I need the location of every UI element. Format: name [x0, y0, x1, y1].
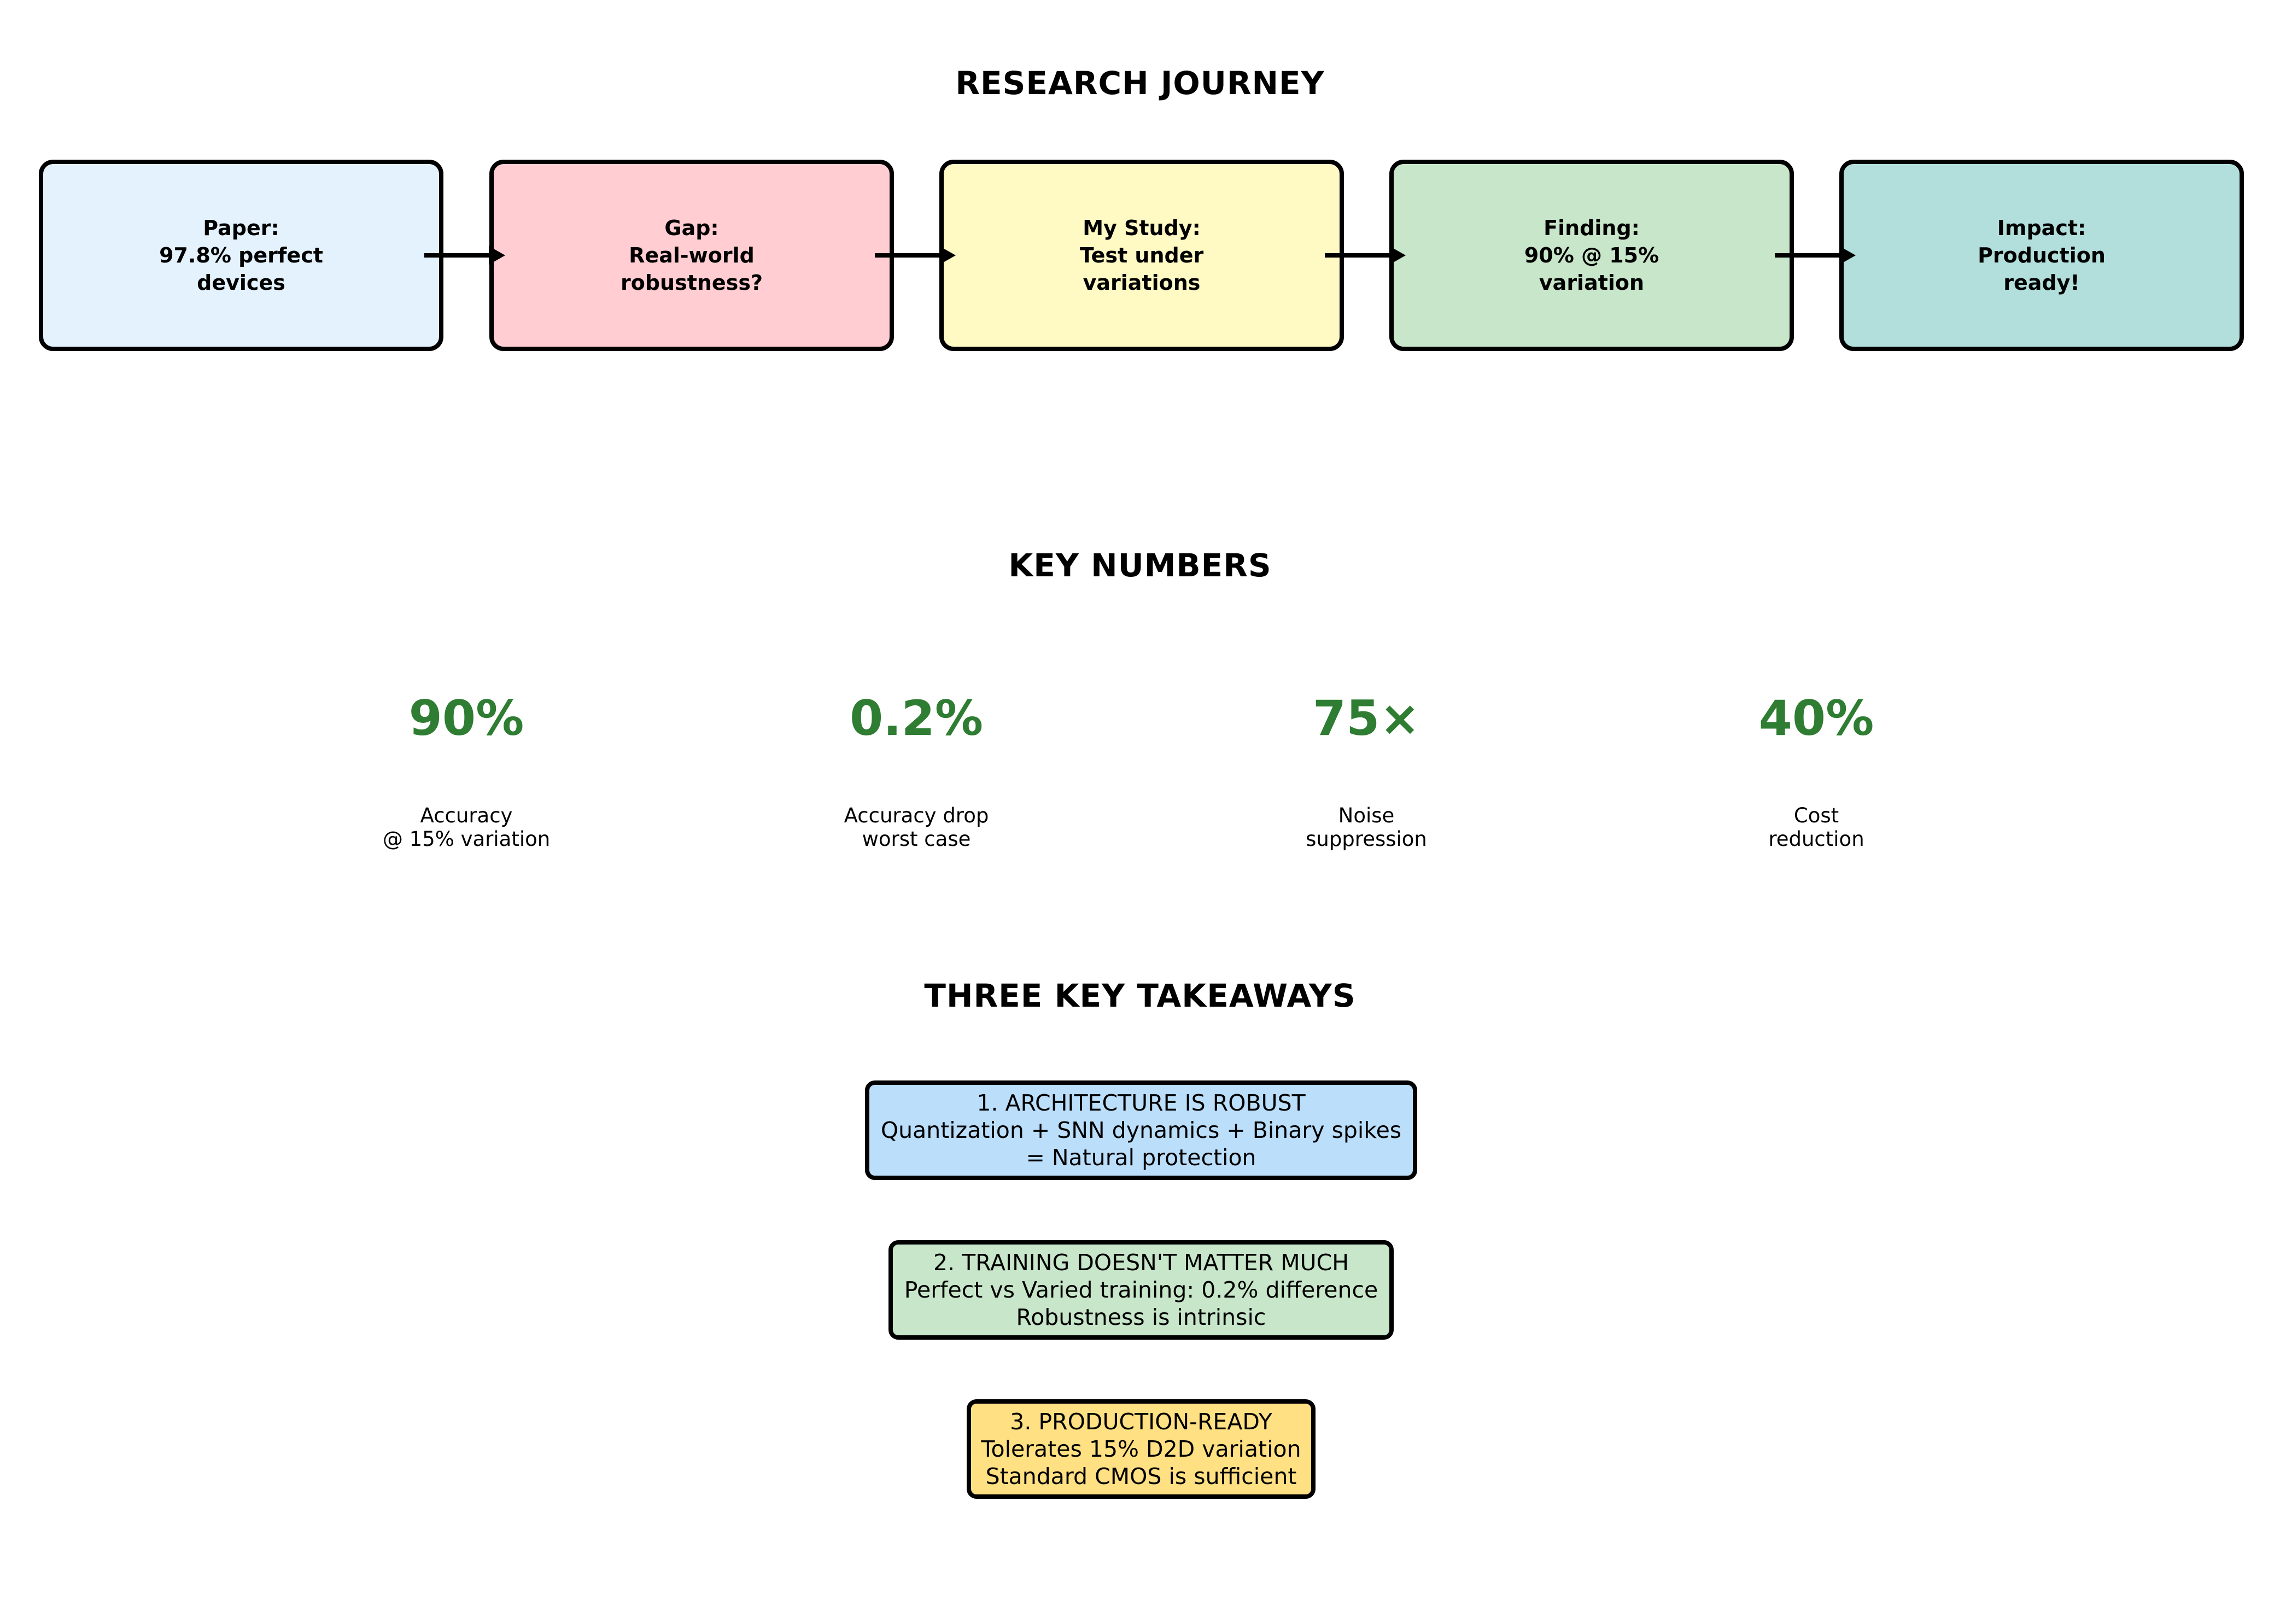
takeaways-title: THREE KEY TAKEAWAYS: [924, 977, 1356, 1014]
stage-study-label: My Study: Test under variations: [1079, 216, 1204, 295]
journey-title: RESEARCH JOURNEY: [955, 65, 1325, 102]
key-numbers-title: KEY NUMBERS: [1008, 547, 1272, 584]
takeaway-production: 3. PRODUCTION-READY Tolerates 15% D2D va…: [967, 1399, 1316, 1499]
metric-drop-label: Accuracy drop worst case: [844, 804, 989, 851]
stage-impact: Impact: Production ready!: [1839, 160, 2244, 351]
stage-paper: Paper: 97.8% perfect devices: [39, 160, 443, 351]
takeaway-training-line: Perfect vs Varied training: 0.2% differe…: [904, 1277, 1378, 1303]
metric-accuracy-label: Accuracy @ 15% variation: [382, 804, 551, 851]
takeaway-architecture: 1. ARCHITECTURE IS ROBUST Quantization +…: [865, 1080, 1417, 1180]
metric-drop-value: 0.2%: [849, 690, 984, 746]
stage-paper-label: Paper: 97.8% perfect devices: [159, 216, 323, 295]
stage-gap: Gap: Real-world robustness?: [489, 160, 894, 351]
stage-finding: Finding: 90% @ 15% variation: [1389, 160, 1794, 351]
takeaway-production-line: Standard CMOS is sufficient: [985, 1463, 1297, 1489]
takeaway-training: 2. TRAINING DOESN'T MATTER MUCH Perfect …: [888, 1240, 1394, 1340]
takeaway-architecture-heading: 1. ARCHITECTURE IS ROBUST: [977, 1090, 1306, 1116]
metric-noise-label: Noise suppression: [1306, 804, 1427, 851]
takeaway-production-line: Tolerates 15% D2D variation: [981, 1436, 1301, 1462]
takeaway-architecture-line: = Natural protection: [1026, 1144, 1256, 1171]
stage-gap-label: Gap: Real-world robustness?: [621, 216, 763, 295]
metric-noise-value: 75×: [1312, 690, 1420, 746]
stage-impact-label: Impact: Production ready!: [1978, 216, 2106, 295]
stage-study: My Study: Test under variations: [939, 160, 1344, 351]
metric-cost-value: 40%: [1758, 690, 1874, 746]
takeaway-architecture-line: Quantization + SNN dynamics + Binary spi…: [880, 1117, 1402, 1143]
takeaway-production-heading: 3. PRODUCTION-READY: [1010, 1409, 1272, 1435]
stage-finding-label: Finding: 90% @ 15% variation: [1524, 216, 1659, 295]
metric-cost-label: Cost reduction: [1768, 804, 1864, 851]
takeaway-training-heading: 2. TRAINING DOESN'T MATTER MUCH: [933, 1249, 1349, 1276]
metric-accuracy-value: 90%: [408, 690, 524, 746]
takeaway-training-line: Robustness is intrinsic: [1016, 1304, 1266, 1330]
